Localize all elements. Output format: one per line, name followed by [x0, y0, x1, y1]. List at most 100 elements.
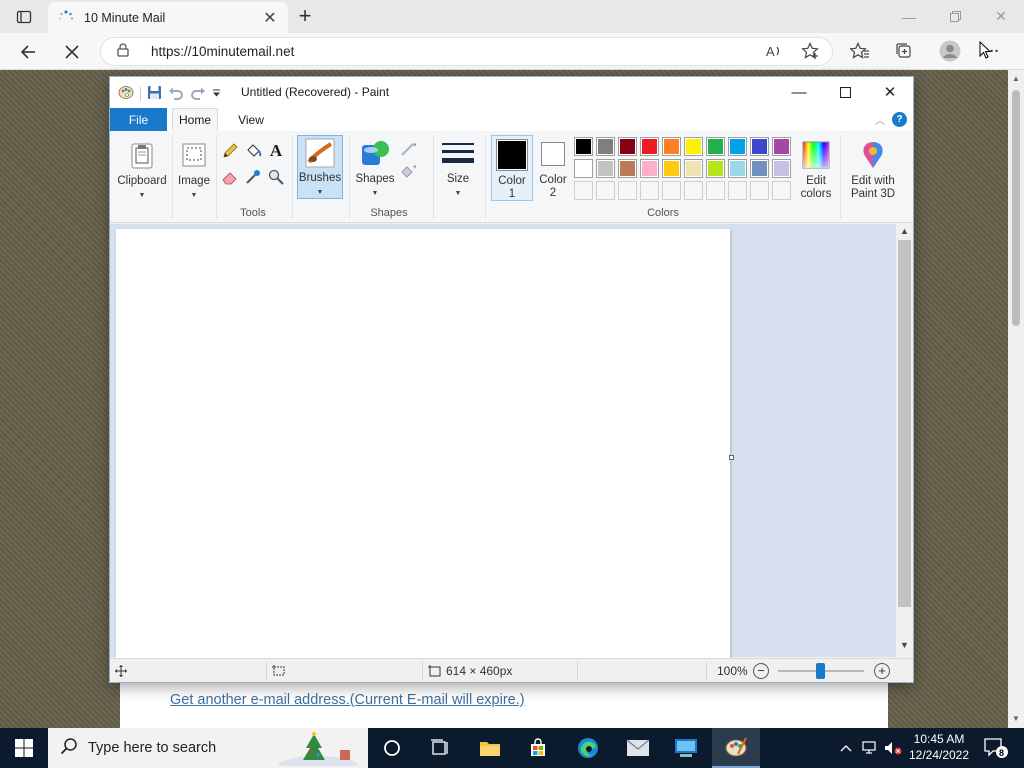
shapes-button[interactable]: Shapes ▼ [354, 135, 396, 199]
scroll-up-icon[interactable]: ▲ [900, 226, 909, 236]
palette-custom-swatch[interactable] [640, 181, 659, 200]
palette-color-swatch[interactable] [728, 137, 747, 156]
microsoft-store-icon[interactable] [514, 728, 562, 768]
help-icon[interactable]: ? [892, 112, 907, 127]
get-another-email-link[interactable]: Get another e-mail address.(Current E-ma… [170, 688, 530, 712]
add-favorite-icon[interactable] [796, 37, 824, 65]
palette-color-swatch[interactable] [750, 159, 769, 178]
palette-color-swatch[interactable] [662, 137, 681, 156]
palette-color-swatch[interactable] [618, 137, 637, 156]
paint-taskbar-icon[interactable] [712, 728, 760, 768]
collapse-ribbon-icon[interactable]: ︿ [875, 112, 885, 127]
canvas-scrollbar[interactable]: ▲ ▼ [896, 224, 913, 657]
palette-custom-swatch[interactable] [618, 181, 637, 200]
image-button[interactable]: Image ▼ [174, 135, 214, 215]
zoom-out-button[interactable]: − [753, 663, 769, 679]
network-icon[interactable] [860, 728, 882, 768]
brushes-button[interactable]: Brushes ▼ [297, 135, 343, 199]
read-aloud-icon[interactable]: A [760, 37, 788, 65]
browser-minimize-button[interactable]: — [886, 0, 932, 33]
paint-close-button[interactable]: ✕ [867, 77, 913, 107]
fill-icon[interactable] [243, 141, 263, 161]
new-tab-button[interactable]: + [292, 4, 318, 30]
outline-icon[interactable]: ▾ [399, 139, 419, 159]
text-icon[interactable]: A [266, 141, 286, 161]
palette-custom-swatch[interactable] [750, 181, 769, 200]
magnifier-icon[interactable] [266, 167, 286, 187]
taskbar-clock[interactable]: 10:45 AM 12/24/2022 [904, 731, 974, 763]
palette-custom-swatch[interactable] [706, 181, 725, 200]
browser-tab[interactable]: 10 Minute Mail ✕ [48, 2, 288, 33]
pencil-icon[interactable] [220, 141, 240, 161]
notification-center-icon[interactable]: 8 [980, 728, 1012, 768]
page-scroll-thumb[interactable] [1012, 90, 1020, 326]
tab-actions-icon[interactable] [8, 6, 40, 28]
color2-button[interactable]: Color 2 [537, 135, 569, 201]
taskbar-search-box[interactable]: Type here to search [48, 728, 368, 768]
palette-color-swatch[interactable] [596, 159, 615, 178]
canvas-resize-handle[interactable] [729, 455, 734, 460]
palette-color-swatch[interactable] [706, 137, 725, 156]
palette-color-swatch[interactable] [684, 137, 703, 156]
back-button[interactable] [14, 38, 42, 66]
page-scrollbar[interactable]: ▲ ▼ [1008, 70, 1024, 728]
paint-app-icon[interactable] [118, 84, 134, 103]
palette-custom-swatch[interactable] [574, 181, 593, 200]
volume-muted-icon[interactable] [882, 728, 904, 768]
tab-home[interactable]: Home [172, 108, 218, 131]
size-button[interactable]: Size ▼ [439, 135, 477, 199]
palette-color-swatch[interactable] [574, 159, 593, 178]
color-picker-icon[interactable] [243, 167, 263, 187]
favorites-icon[interactable] [846, 37, 874, 65]
redo-icon[interactable] [190, 85, 206, 103]
palette-color-swatch[interactable] [640, 159, 659, 178]
palette-color-swatch[interactable] [684, 159, 703, 178]
palette-color-swatch[interactable] [596, 137, 615, 156]
start-button[interactable] [0, 728, 48, 768]
mail-icon[interactable] [614, 728, 662, 768]
undo-icon[interactable] [168, 85, 184, 103]
palette-custom-swatch[interactable] [684, 181, 703, 200]
scroll-up-icon[interactable]: ▲ [1012, 74, 1020, 83]
browser-close-button[interactable]: ✕ [978, 0, 1024, 33]
tab-close-button[interactable]: ✕ [262, 8, 278, 28]
url-input[interactable]: https://10minutemail.net [100, 37, 833, 66]
profile-avatar[interactable] [936, 37, 964, 65]
cortana-icon[interactable] [368, 728, 416, 768]
canvas-scroll-thumb[interactable] [898, 240, 911, 607]
eraser-icon[interactable] [220, 167, 240, 187]
palette-color-swatch[interactable] [772, 137, 791, 156]
edit-colors-button[interactable]: Edit colors [796, 135, 836, 201]
palette-custom-swatch[interactable] [772, 181, 791, 200]
customize-qat-icon[interactable] [212, 87, 221, 101]
palette-custom-swatch[interactable] [596, 181, 615, 200]
stop-loading-button[interactable] [58, 38, 86, 66]
browser-restore-button[interactable] [932, 0, 978, 33]
zoom-slider-thumb[interactable] [816, 663, 825, 679]
save-icon[interactable] [147, 85, 162, 103]
edit-with-paint3d-button[interactable]: Edit with Paint 3D [844, 135, 902, 201]
paint-minimize-button[interactable]: — [776, 77, 822, 107]
shape-fill-icon[interactable]: ▾ [399, 161, 419, 181]
file-explorer-icon[interactable] [466, 728, 514, 768]
task-view-icon[interactable] [416, 728, 464, 768]
remote-desktop-icon[interactable] [662, 728, 710, 768]
palette-color-swatch[interactable] [728, 159, 747, 178]
palette-color-swatch[interactable] [662, 159, 681, 178]
palette-color-swatch[interactable] [574, 137, 593, 156]
tab-view[interactable]: View [228, 108, 274, 131]
tab-file[interactable]: File [110, 108, 167, 131]
drawing-canvas[interactable] [116, 229, 730, 659]
scroll-down-icon[interactable]: ▼ [1012, 714, 1020, 723]
color1-button[interactable]: Color 1 [491, 135, 533, 201]
palette-color-swatch[interactable] [750, 137, 769, 156]
palette-color-swatch[interactable] [706, 159, 725, 178]
show-hidden-icons-icon[interactable] [836, 728, 856, 768]
clipboard-button[interactable]: Clipboard ▼ [116, 135, 168, 215]
palette-color-swatch[interactable] [640, 137, 659, 156]
collections-icon[interactable] [890, 37, 918, 65]
palette-custom-swatch[interactable] [728, 181, 747, 200]
scroll-down-icon[interactable]: ▼ [900, 640, 909, 650]
palette-color-swatch[interactable] [618, 159, 637, 178]
palette-custom-swatch[interactable] [662, 181, 681, 200]
